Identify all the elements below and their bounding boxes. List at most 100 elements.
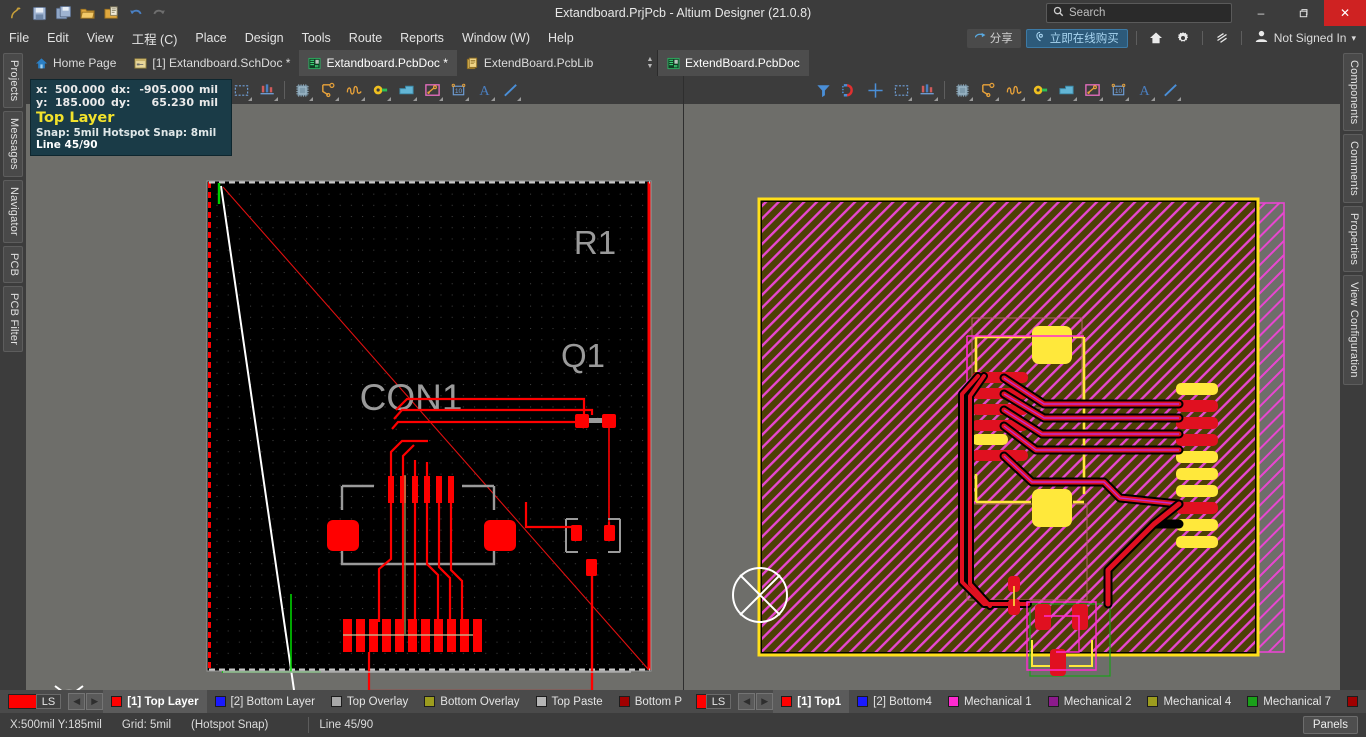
place-arc-icon[interactable]	[1001, 78, 1027, 102]
save-all-icon[interactable]	[52, 2, 74, 24]
place-line-icon[interactable]	[497, 78, 523, 102]
sidebar-item-projects[interactable]: Projects	[3, 53, 23, 109]
title-bar-right: Search – ✕	[1046, 0, 1366, 26]
component-place-icon[interactable]	[914, 78, 940, 102]
pcb-canvas-right[interactable]	[684, 104, 1340, 690]
hud-y-value: 185.000	[54, 96, 105, 109]
share-button[interactable]: 分享	[966, 28, 1021, 48]
altium-logo-icon[interactable]	[4, 2, 26, 24]
menu-tools[interactable]: Tools	[293, 26, 340, 50]
layer-next-button-right[interactable]: ▶	[756, 693, 774, 710]
layer-tab-top1[interactable]: [1] Top1	[773, 690, 850, 713]
sidebar-item-pcb[interactable]: PCB	[3, 245, 23, 284]
pcb-canvas-left[interactable]: CON1 R1 Q1	[26, 104, 683, 690]
menu-edit[interactable]: Edit	[38, 26, 78, 50]
sidebar-item-properties[interactable]: Properties	[1343, 206, 1363, 273]
tab-extendboard-pcblib[interactable]: ExtendBoard.PcbLib	[457, 50, 602, 76]
search-input[interactable]: Search	[1046, 3, 1232, 23]
magnet-icon[interactable]	[836, 78, 862, 102]
place-fill-icon[interactable]	[393, 78, 419, 102]
minimize-button[interactable]: –	[1240, 0, 1282, 26]
account-button[interactable]: Not Signed In ▾	[1250, 29, 1360, 47]
layer-tab-bottom-layer[interactable]: [2] Bottom Layer	[207, 690, 323, 713]
dropdown-corner	[465, 97, 469, 101]
dropdown-corner	[309, 97, 313, 101]
layer-tab-bottom-overlay[interactable]: Bottom Overlay	[416, 690, 527, 713]
open-folder-icon[interactable]	[76, 2, 98, 24]
place-line-icon[interactable]	[1157, 78, 1183, 102]
layer-label: Mechanical 7	[1263, 695, 1331, 708]
layer-tab-mechanical-7[interactable]: Mechanical 7	[1239, 690, 1339, 713]
place-arc-icon[interactable]	[341, 78, 367, 102]
menu-help[interactable]: Help	[539, 26, 583, 50]
layer-tab-top-paste[interactable]: Top Paste	[528, 690, 611, 713]
place-fill-icon[interactable]	[1053, 78, 1079, 102]
menu-window[interactable]: Window (W)	[453, 26, 539, 50]
place-track-icon[interactable]	[315, 78, 341, 102]
menu-reports[interactable]: Reports	[391, 26, 453, 50]
save-icon[interactable]	[28, 2, 50, 24]
sidebar-item-pcb-filter[interactable]: PCB Filter	[3, 286, 23, 353]
place-track-icon[interactable]	[975, 78, 1001, 102]
toolbar-separator	[284, 81, 285, 99]
place-dimension-icon[interactable]: 10	[1105, 78, 1131, 102]
sidebar-item-messages[interactable]: Messages	[3, 111, 23, 178]
tab-extendboard-pcbdoc-right[interactable]: ExtendBoard.PcbDoc	[658, 50, 809, 76]
buy-online-button[interactable]: 立即在线购买	[1025, 28, 1128, 48]
place-pad-icon[interactable]	[1027, 78, 1053, 102]
layer-next-button-left[interactable]: ▶	[86, 693, 104, 710]
place-string-icon[interactable]: A	[471, 78, 497, 102]
layer-tab-top-layer[interactable]: [1] Top Layer	[103, 690, 207, 713]
redo-icon[interactable]	[148, 2, 170, 24]
layer-tab-mechanical-1[interactable]: Mechanical 1	[940, 690, 1040, 713]
layer-prev-button-right[interactable]: ◀	[738, 693, 756, 710]
layer-label: Bottom Overlay	[440, 695, 520, 708]
menu-project[interactable]: 工程 (C)	[123, 26, 187, 50]
sidebar-item-navigator[interactable]: Navigator	[3, 180, 23, 243]
menu-view[interactable]: View	[78, 26, 123, 50]
menu-route[interactable]: Route	[340, 26, 391, 50]
tab-extandboard-schdoc[interactable]: [1] Extandboard.SchDoc *	[125, 50, 299, 76]
open-project-icon[interactable]	[100, 2, 122, 24]
panels-button[interactable]: Panels	[1302, 716, 1358, 734]
place-string-icon[interactable]: A	[1131, 78, 1157, 102]
select-area-icon[interactable]	[888, 78, 914, 102]
menu-design[interactable]: Design	[236, 26, 293, 50]
place-polygon-icon[interactable]	[419, 78, 445, 102]
layer-tab-bottom-paste[interactable]: Bottom P	[611, 690, 690, 713]
svg-text:Q1: Q1	[561, 337, 605, 374]
place-component-icon[interactable]	[289, 78, 315, 102]
menu-place[interactable]: Place	[186, 26, 235, 50]
tab-scroll-buttons[interactable]: ▲ ▼	[643, 50, 657, 76]
layer-set-label-right[interactable]: LS	[705, 694, 732, 709]
tab-home-page[interactable]: Home Page	[26, 50, 125, 76]
layer-set-label-left[interactable]: LS	[35, 694, 62, 709]
place-polygon-icon[interactable]	[1079, 78, 1105, 102]
sidebar-item-view-configuration[interactable]: View Configuration	[1343, 275, 1363, 386]
restore-button[interactable]	[1282, 0, 1324, 26]
menu-file[interactable]: File	[0, 26, 38, 50]
undo-icon[interactable]	[124, 2, 146, 24]
place-dimension-icon[interactable]: 10	[445, 78, 471, 102]
sidebar-item-components[interactable]: Components	[1343, 53, 1363, 132]
layer-tab-top-overlay[interactable]: Top Overlay	[323, 690, 416, 713]
layer-prev-button-left[interactable]: ◀	[68, 693, 86, 710]
layer-color-swatch-left[interactable]	[8, 694, 37, 709]
sidebar-item-comments[interactable]: Comments	[1343, 134, 1363, 204]
layer-tab-bottom4[interactable]: [2] Bottom4	[849, 690, 940, 713]
tab-extandboard-pcbdoc[interactable]: Extandboard.PcbDoc *	[299, 50, 457, 76]
gear-icon[interactable]	[1172, 27, 1194, 49]
account-icon	[1254, 29, 1269, 47]
layer-tab-mechanical-4[interactable]: Mechanical 4	[1139, 690, 1239, 713]
layer-tab-overflow[interactable]	[1339, 690, 1366, 713]
place-component-icon[interactable]	[949, 78, 975, 102]
license-icon[interactable]	[1211, 27, 1233, 49]
layer-tab-mechanical-2[interactable]: Mechanical 2	[1040, 690, 1140, 713]
filter-icon[interactable]	[810, 78, 836, 102]
crosshair-icon[interactable]	[862, 78, 888, 102]
component-place-icon[interactable]	[254, 78, 280, 102]
pcb-editor-left: 10 A CON1 R1 Q1	[26, 76, 683, 690]
home-icon[interactable]	[1145, 27, 1167, 49]
close-button[interactable]: ✕	[1324, 0, 1366, 26]
place-pad-icon[interactable]	[367, 78, 393, 102]
